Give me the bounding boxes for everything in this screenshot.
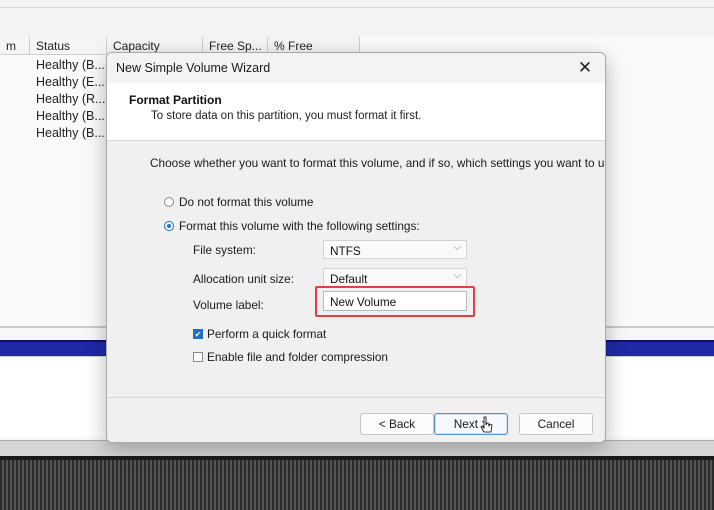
allocation-unit-size-value: Default bbox=[330, 272, 368, 286]
status-cell: Healthy (B... bbox=[36, 109, 105, 123]
instruction-text: Choose whether you want to format this v… bbox=[150, 156, 606, 170]
background-toolbar bbox=[0, 0, 714, 38]
background-divider bbox=[0, 7, 714, 8]
close-icon[interactable]: ✕ bbox=[569, 55, 601, 81]
radio-button-selected-icon[interactable] bbox=[164, 221, 174, 231]
checkbox-unchecked-icon[interactable] bbox=[193, 352, 203, 362]
column-header-name[interactable]: m bbox=[0, 37, 30, 55]
chevron-down-icon: ⌵ bbox=[453, 242, 461, 253]
status-cell: Healthy (B... bbox=[36, 58, 105, 72]
mouse-pointer-icon bbox=[480, 416, 493, 433]
file-system-label: File system: bbox=[193, 243, 256, 257]
volume-label-label: Volume label: bbox=[193, 298, 264, 312]
file-system-value: NTFS bbox=[330, 244, 361, 258]
page-subtitle: To store data on this partition, you mus… bbox=[151, 110, 422, 122]
next-button[interactable]: Next > bbox=[434, 413, 508, 435]
allocation-unit-size-select[interactable]: Default ⌵ bbox=[323, 268, 467, 287]
quick-format-label: Perform a quick format bbox=[207, 327, 327, 341]
dialog-titlebar[interactable]: New Simple Volume Wizard ✕ bbox=[107, 53, 605, 83]
quick-format-checkbox-row[interactable]: ✔ Perform a quick format bbox=[193, 327, 326, 341]
page-title: Format Partition bbox=[129, 93, 222, 107]
compression-label: Enable file and folder compression bbox=[207, 350, 388, 364]
new-simple-volume-wizard-dialog: New Simple Volume Wizard ✕ Format Partit… bbox=[106, 52, 606, 443]
file-system-select[interactable]: NTFS ⌵ bbox=[323, 240, 467, 259]
cancel-button[interactable]: Cancel bbox=[519, 413, 593, 435]
status-cell: Healthy (B... bbox=[36, 126, 105, 140]
radio-button-icon[interactable] bbox=[164, 197, 174, 207]
volume-label-highlight-box bbox=[315, 286, 475, 317]
radio-do-not-format-label: Do not format this volume bbox=[179, 195, 314, 209]
chevron-down-icon: ⌵ bbox=[453, 270, 461, 281]
wizard-content: Choose whether you want to format this v… bbox=[107, 141, 605, 397]
radio-do-not-format[interactable]: Do not format this volume bbox=[164, 195, 313, 209]
compression-checkbox-row[interactable]: Enable file and folder compression bbox=[193, 350, 388, 364]
allocation-unit-size-label: Allocation unit size: bbox=[193, 272, 294, 286]
radio-format-volume-label: Format this volume with the following se… bbox=[179, 219, 420, 233]
unallocated-hatch bbox=[0, 460, 714, 510]
dialog-title: New Simple Volume Wizard bbox=[116, 61, 271, 75]
back-button[interactable]: < Back bbox=[360, 413, 434, 435]
column-header-status[interactable]: Status bbox=[30, 37, 107, 55]
status-cell: Healthy (R... bbox=[36, 92, 106, 106]
status-cell: Healthy (E... bbox=[36, 75, 105, 89]
wizard-header: Format Partition To store data on this p… bbox=[107, 83, 605, 141]
radio-format-volume[interactable]: Format this volume with the following se… bbox=[164, 219, 420, 233]
checkbox-checked-icon[interactable]: ✔ bbox=[193, 329, 203, 339]
wizard-footer: < Back Next > Cancel bbox=[107, 397, 605, 442]
